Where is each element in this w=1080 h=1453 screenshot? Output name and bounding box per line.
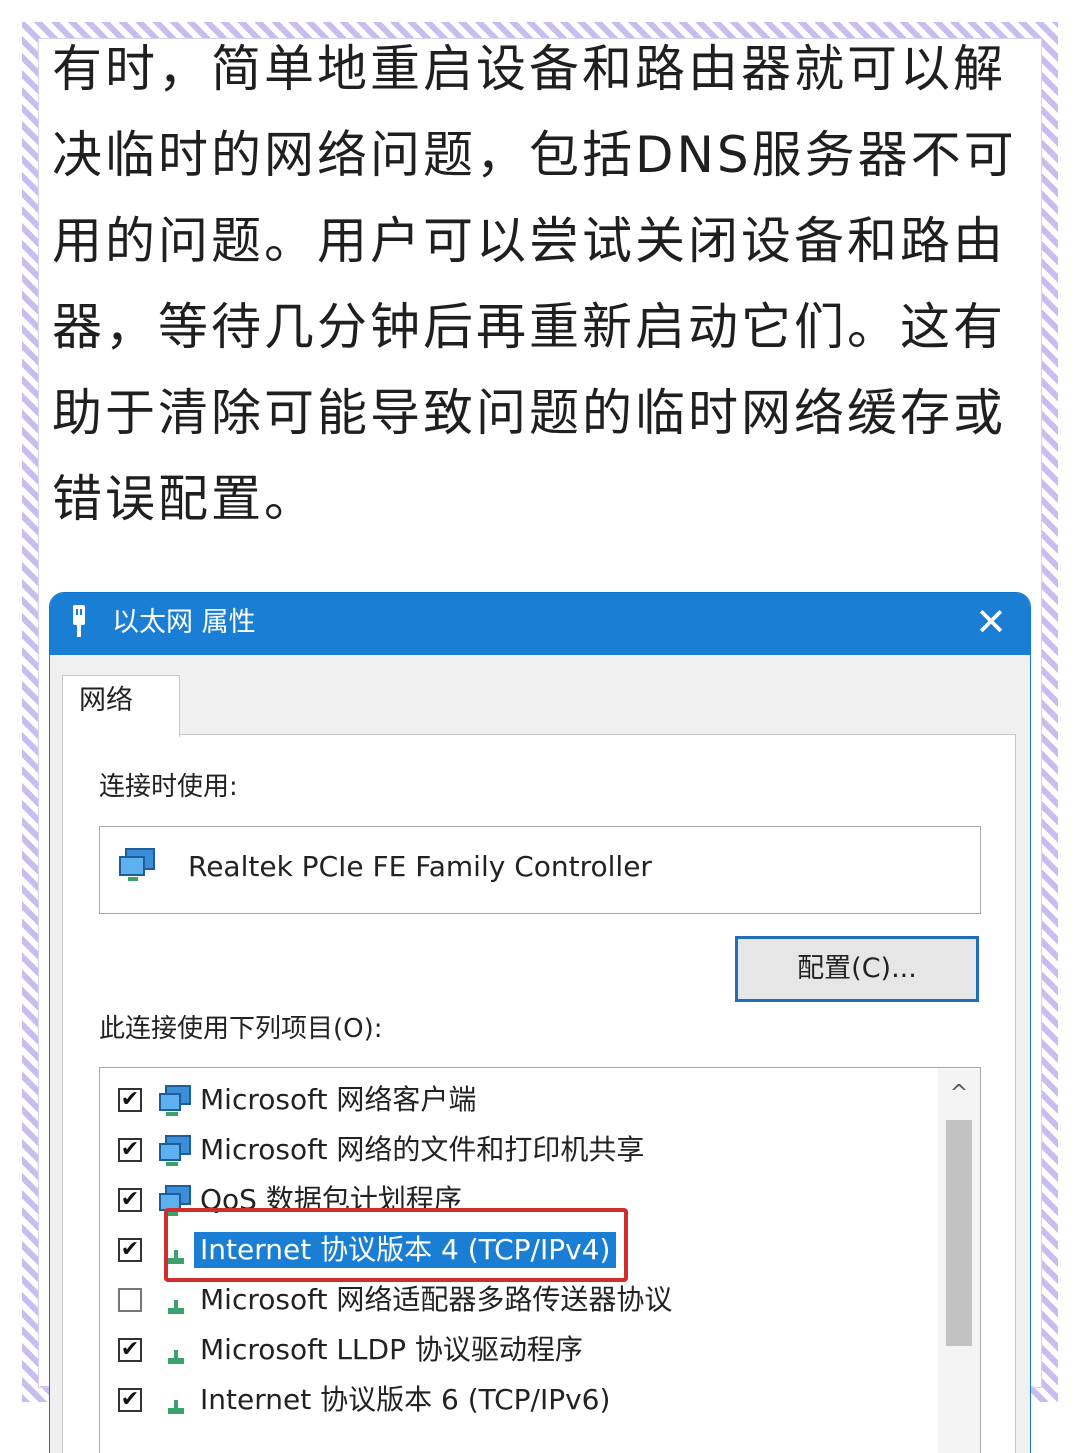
list-item-label: Internet 协议版本 6 (TCP/IPv6) — [200, 1383, 611, 1416]
qos-icon — [159, 1185, 191, 1216]
items-list: ✔ Microsoft 网络客户端 ✔ Microsoft 网络的文件和打印机共… — [99, 1067, 981, 1453]
list-item[interactable]: ✔ Internet 协议版本 6 (TCP/IPv6) — [100, 1376, 930, 1424]
tab-network[interactable]: 网络 — [62, 675, 180, 737]
list-item[interactable]: ✔ Microsoft LLDP 协议驱动程序 — [100, 1326, 930, 1374]
close-button[interactable]: ✕ — [966, 597, 1016, 647]
checkbox-unchecked[interactable] — [118, 1288, 142, 1312]
article-paragraph: 有时，简单地重启设备和路由器就可以解决临时的网络问题，包括DNS服务器不可用的问… — [52, 40, 1017, 528]
checkbox-checked[interactable]: ✔ — [118, 1238, 142, 1262]
network-adapter-icon — [119, 848, 155, 881]
protocol-icon — [168, 1400, 184, 1414]
connect-using-label: 连接时使用: — [99, 772, 238, 802]
list-item-selected[interactable]: ✔ Internet 协议版本 4 (TCP/IPv4) — [100, 1226, 930, 1274]
dialog-title: 以太网 属性 — [112, 607, 256, 638]
list-item[interactable]: ✔ Microsoft 网络客户端 — [100, 1076, 930, 1124]
adapter-field: Realtek PCIe FE Family Controller — [99, 826, 981, 914]
ethernet-plug-icon — [73, 605, 85, 637]
protocol-icon — [168, 1300, 184, 1314]
items-list-label: 此连接使用下列项目(O): — [99, 1014, 383, 1044]
list-item-label: Microsoft LLDP 协议驱动程序 — [200, 1333, 583, 1366]
ethernet-properties-dialog: 以太网 属性 ✕ 网络 连接时使用: Realtek PCIe FE Famil… — [50, 593, 1030, 1453]
list-item[interactable]: ✔ Microsoft 网络的文件和打印机共享 — [100, 1126, 930, 1174]
protocol-icon — [168, 1350, 184, 1364]
network-client-icon — [159, 1085, 191, 1116]
close-icon: ✕ — [975, 600, 1007, 644]
list-item[interactable]: Microsoft 网络适配器多路传送器协议 — [100, 1276, 930, 1324]
checkbox-checked[interactable]: ✔ — [118, 1088, 142, 1112]
list-item-label: Internet 协议版本 4 (TCP/IPv4) — [194, 1232, 617, 1268]
list-item-label: Microsoft 网络客户端 — [200, 1083, 477, 1116]
scroll-up-icon[interactable]: ^ — [938, 1076, 980, 1112]
file-share-icon — [159, 1135, 191, 1166]
checkbox-checked[interactable]: ✔ — [118, 1138, 142, 1162]
list-item[interactable]: ✔ QoS 数据包计划程序 — [100, 1176, 930, 1224]
checkbox-checked[interactable]: ✔ — [118, 1188, 142, 1212]
checkbox-checked[interactable]: ✔ — [118, 1338, 142, 1362]
list-scrollbar[interactable]: ^ — [938, 1068, 980, 1453]
checkbox-checked[interactable]: ✔ — [118, 1388, 142, 1412]
scroll-thumb[interactable] — [946, 1120, 972, 1346]
configure-button[interactable]: 配置(C)... — [735, 936, 979, 1002]
dialog-titlebar[interactable]: 以太网 属性 ✕ — [50, 593, 1030, 655]
tab-strip: 网络 — [50, 655, 1030, 737]
protocol-icon — [168, 1250, 184, 1264]
adapter-name: Realtek PCIe FE Family Controller — [188, 850, 652, 883]
list-item-label: Microsoft 网络适配器多路传送器协议 — [200, 1283, 673, 1316]
list-item-label: QoS 数据包计划程序 — [200, 1183, 462, 1216]
list-item-label: Microsoft 网络的文件和打印机共享 — [200, 1133, 645, 1166]
network-tab-panel: 连接时使用: Realtek PCIe FE Family Controller… — [62, 734, 1016, 1453]
